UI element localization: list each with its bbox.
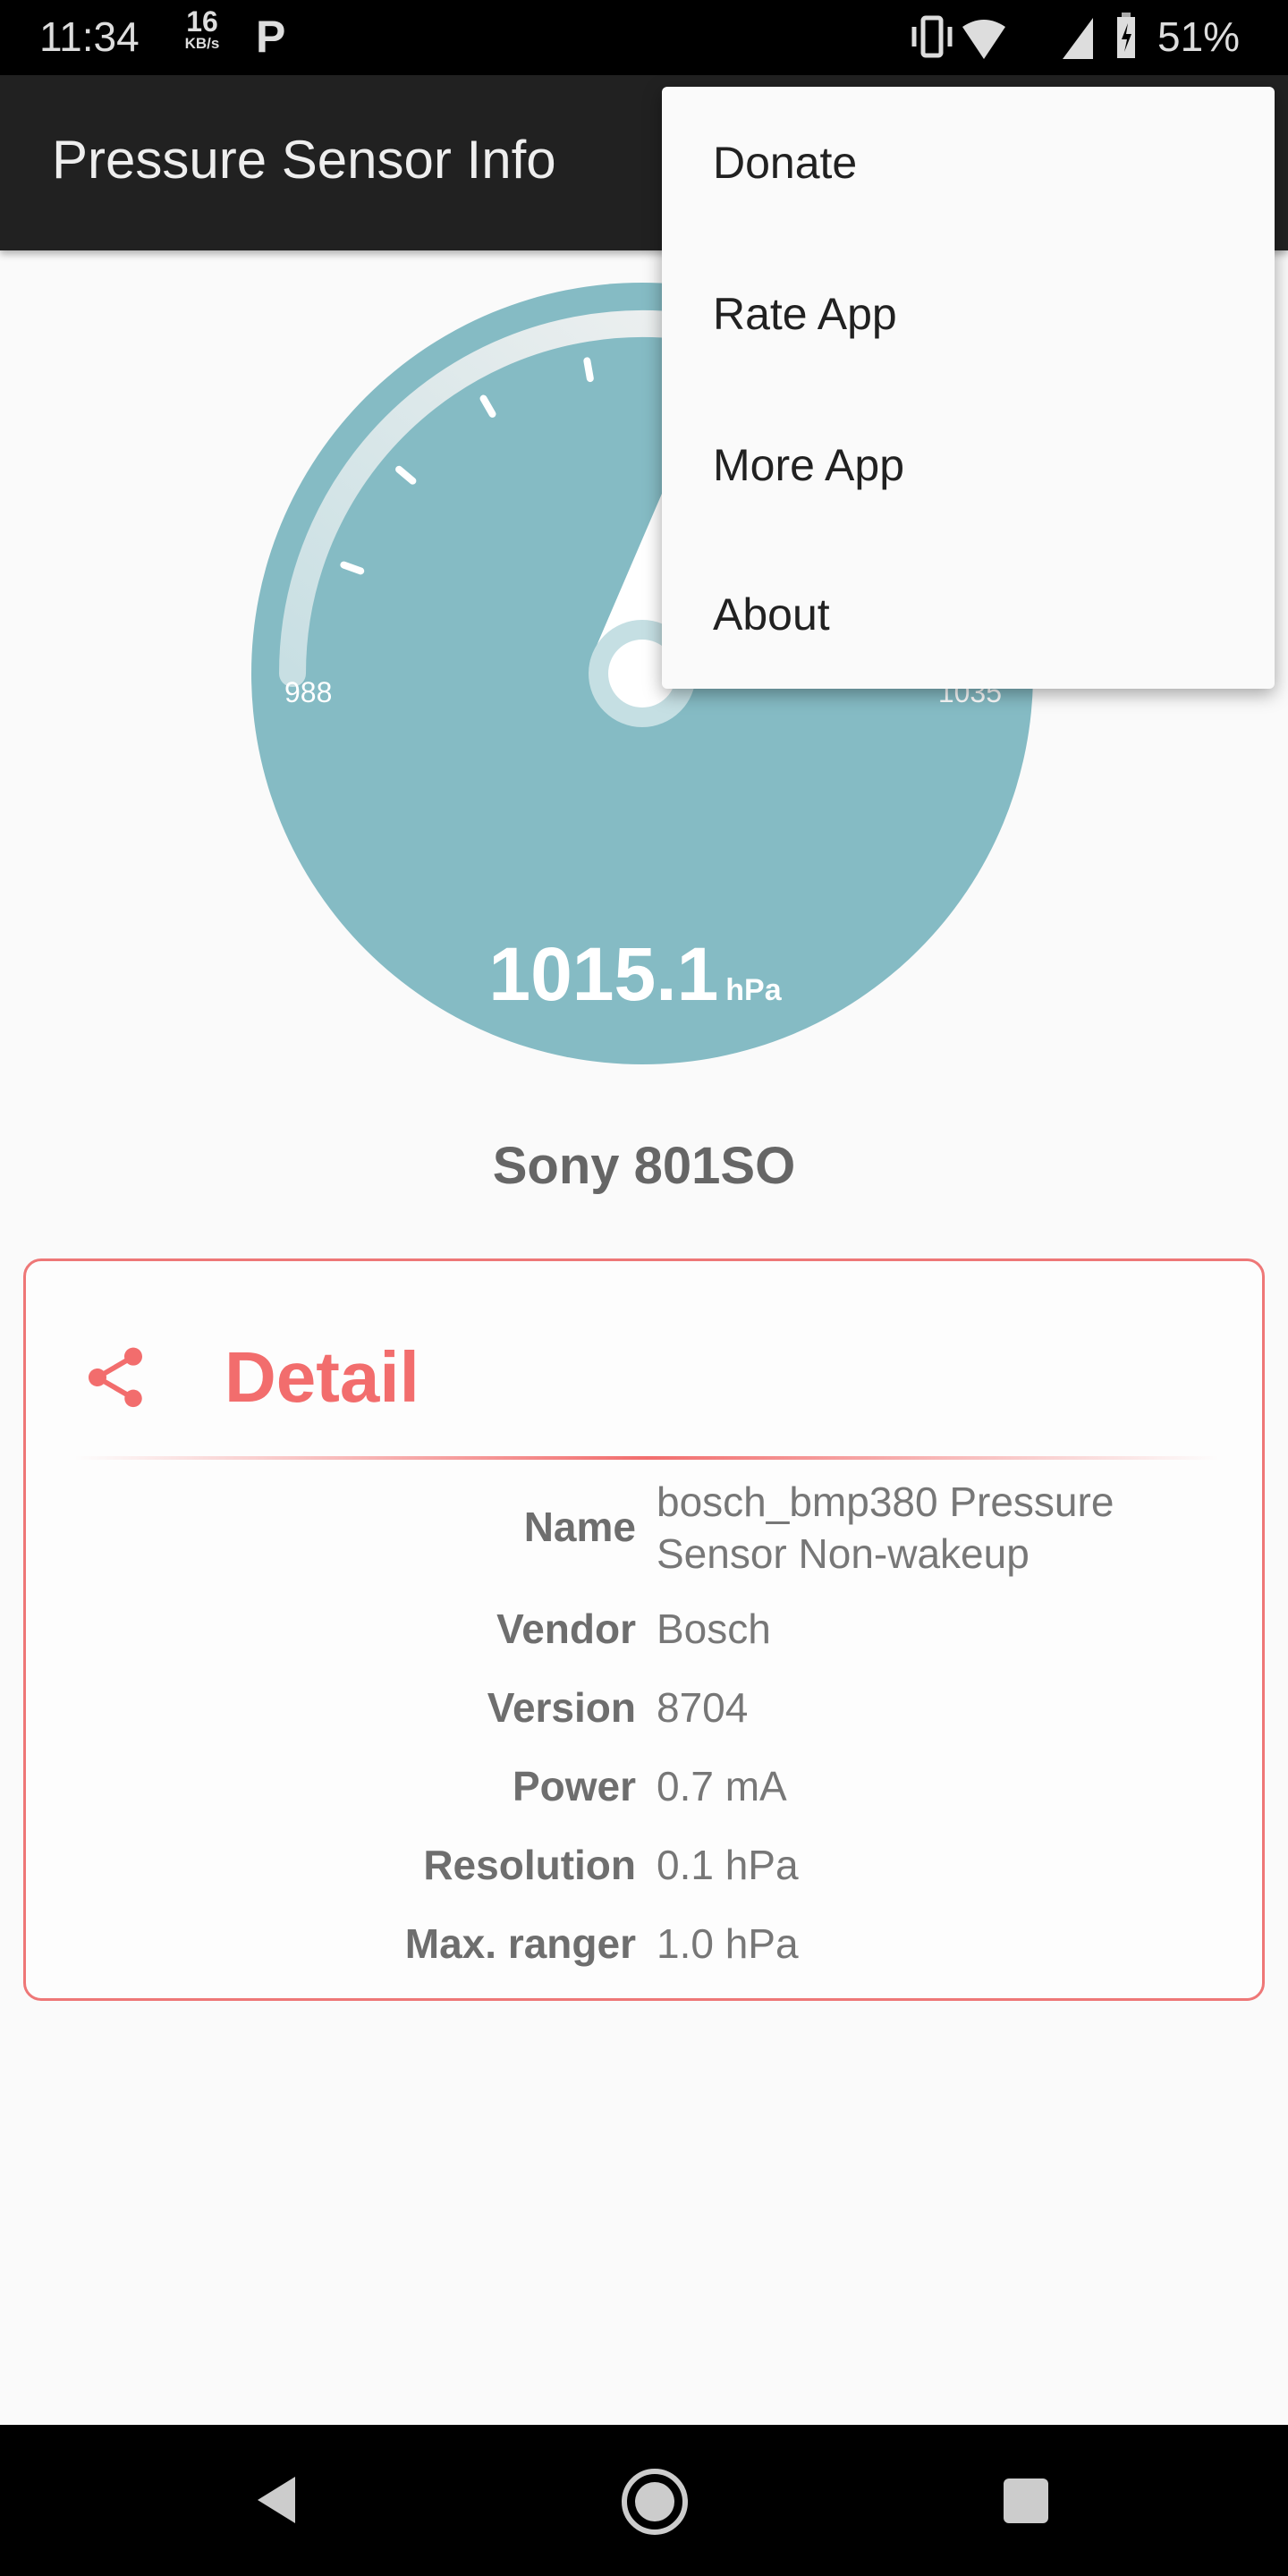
status-icons xyxy=(911,15,1093,59)
navigation-bar xyxy=(0,2425,1288,2576)
signal-icon xyxy=(1063,18,1093,59)
overflow-menu: Donate Rate App More App About xyxy=(662,87,1275,689)
row-label: Power xyxy=(512,1763,636,1809)
app-title: Pressure Sensor Info xyxy=(52,130,556,190)
vibrate-icon xyxy=(911,15,953,58)
wifi-icon xyxy=(962,20,1005,59)
back-icon[interactable] xyxy=(250,2471,308,2529)
menu-item-rate-app[interactable]: Rate App xyxy=(662,238,1275,388)
gauge-value: 1015.1 xyxy=(488,932,718,1016)
recents-icon[interactable] xyxy=(1002,2477,1052,2527)
net-speed-unit: KB/s xyxy=(184,35,220,52)
row-value: 0.1 hPa xyxy=(657,1842,799,1888)
battery-charging-icon xyxy=(1117,13,1135,58)
gauge-unit: hPa xyxy=(725,973,782,1007)
detail-card: Detail Name bosch_bmp380 Pressure Sensor … xyxy=(23,1258,1265,2001)
detail-title: Detail xyxy=(225,1337,419,1417)
menu-item-label: About xyxy=(713,589,830,640)
menu-item-donate[interactable]: Donate xyxy=(662,87,1275,237)
home-icon[interactable] xyxy=(619,2466,691,2538)
row-value: 1.0 hPa xyxy=(657,1920,799,1967)
row-label: Version xyxy=(487,1684,636,1731)
clock: 11:34 xyxy=(39,13,140,60)
menu-item-about[interactable]: About xyxy=(662,538,1275,689)
gauge-min-label: 988 xyxy=(284,676,332,708)
row-value: Bosch xyxy=(657,1606,771,1652)
menu-item-more-app[interactable]: More App xyxy=(662,389,1275,539)
notification-p-icon: P xyxy=(256,12,286,62)
row-label: Name xyxy=(523,1504,636,1550)
row-value: bosch_bmp380 Pressure Sensor Non-wakeup xyxy=(657,1479,1114,1577)
device-name: Sony 801SO xyxy=(492,1137,796,1195)
share-icon[interactable] xyxy=(80,1342,151,1413)
row-label: Max. ranger xyxy=(404,1920,636,1967)
detail-divider xyxy=(74,1456,1219,1460)
row-label: Resolution xyxy=(423,1842,636,1888)
battery-percent: 51% xyxy=(1157,13,1241,60)
network-speed: 16 KB/s xyxy=(177,7,227,51)
menu-item-label: Rate App xyxy=(713,289,897,339)
gauge-tick xyxy=(583,357,594,383)
row-value: 0.7 mA xyxy=(657,1763,787,1809)
status-bar: 11:34 16 KB/s P 51% xyxy=(0,0,1288,75)
row-value: 8704 xyxy=(657,1684,749,1731)
row-label: Vendor xyxy=(496,1606,636,1652)
net-speed-value: 16 xyxy=(186,5,218,38)
menu-item-label: Donate xyxy=(713,138,858,188)
menu-item-label: More App xyxy=(713,440,905,490)
